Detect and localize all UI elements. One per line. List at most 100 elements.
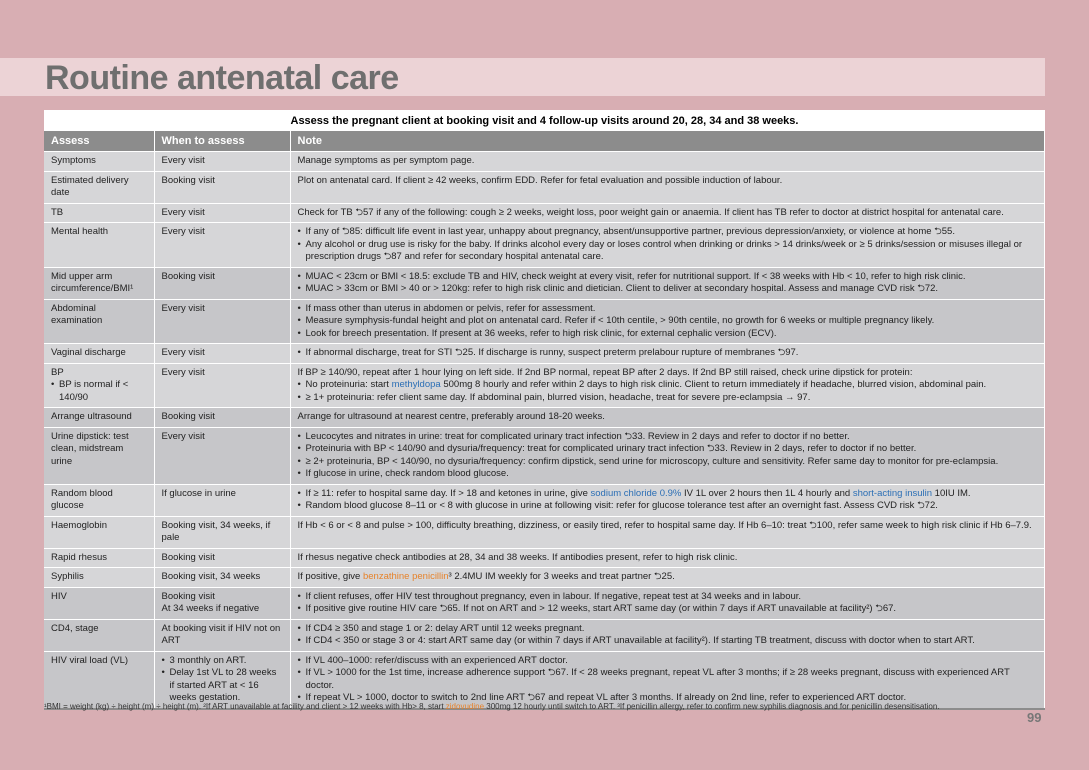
note-bullet: Look for breech presentation. If present… (298, 328, 1038, 341)
note-text: If ≥ 11: refer to hospital same day. If … (305, 487, 591, 499)
note-cell: If positive, give benzathine penicillin³… (290, 567, 1045, 587)
note-bullet: If glucose in urine, check random blood … (298, 468, 1038, 481)
note-bullet: MUAC > 33cm or BMI > 40 or > 120kg: refe… (298, 283, 1038, 296)
note-bullet: If positive give routine HIV care ⮌65. I… (298, 603, 1038, 616)
table-row: Syphilis Booking visit, 34 weeks If posi… (44, 567, 1045, 587)
note-bullet: ≥ 2+ proteinuria, BP < 140/90, no dysuri… (298, 456, 1038, 469)
table-row: Vaginal discharge Every visit If abnorma… (44, 343, 1045, 363)
table-row: Urine dipstick: test clean, midstream ur… (44, 426, 1045, 484)
header-assess: Assess (44, 131, 155, 152)
note-cell: Manage symptoms as per symptom page. (290, 151, 1045, 171)
assess-cell: BP BP is normal if < 140/90 (44, 362, 155, 408)
footnote: ¹BMI = weight (kg) ÷ height (m) ÷ height… (44, 702, 940, 711)
assess-sub-bullet: BP is normal if < 140/90 (51, 379, 147, 404)
table-row: HIV viral load (VL) 3 monthly on ART. De… (44, 650, 1045, 709)
assess-cell: TB (44, 202, 155, 223)
drug-zidovudine: zidovudine (445, 702, 485, 711)
page-title: Routine antenatal care (45, 59, 399, 97)
note-cell: Plot on antenatal card. If client ≥ 42 w… (290, 170, 1045, 203)
note-text: ³ 2.4MU IM weekly for 3 weeks and treat … (448, 571, 675, 582)
assess-cell: Estimated delivery date (44, 170, 155, 203)
when-cell: Booking visit (154, 407, 291, 427)
table-row: Rapid rhesus Booking visit If rhesus neg… (44, 547, 1045, 568)
antenatal-table: Assess the pregnant client at booking vi… (44, 110, 1045, 710)
when-cell: Booking visit At 34 weeks if negative (154, 586, 291, 619)
note-cell: If client refuses, offer HIV test throug… (290, 586, 1045, 619)
note-text: If positive, give (297, 571, 363, 582)
assess-cell: CD4, stage (44, 618, 155, 651)
when-cell: If glucose in urine (154, 483, 291, 516)
note-cell: MUAC < 23cm or BMI < 18.5: exclude TB an… (290, 266, 1045, 299)
header-note: Note (290, 131, 1045, 152)
when-text: Booking visit (161, 590, 215, 602)
when-cell: Every visit (154, 426, 291, 484)
assess-cell: Symptoms (44, 151, 155, 171)
note-bullet: If CD4 ≥ 350 and stage 1 or 2: delay ART… (298, 623, 1038, 636)
footnote-text: 300mg 12 hourly until switch to ART. ³If… (484, 702, 940, 711)
note-bullet: If VL > 1000 for the 1st time, increase … (298, 667, 1038, 692)
note-cell: If CD4 ≥ 350 and stage 1 or 2: delay ART… (290, 618, 1045, 651)
table-row: Haemoglobin Booking visit, 34 weeks, if … (44, 515, 1045, 548)
when-cell: Booking visit, 34 weeks, if pale (154, 515, 291, 548)
note-cell: If BP ≥ 140/90, repeat after 1 hour lyin… (290, 362, 1045, 408)
note-bullet: Proteinuria with BP < 140/90 and dysuria… (298, 443, 1038, 456)
note-cell: If Hb < 6 or < 8 and pulse > 100, diffic… (290, 515, 1045, 548)
table-row: TB Every visit Check for TB ⮌57 if any o… (44, 202, 1045, 223)
table-row: Abdominal examination Every visit If mas… (44, 298, 1045, 344)
table-row: CD4, stage At booking visit if HIV not o… (44, 618, 1045, 651)
note-text: No proteinuria: start (305, 379, 392, 390)
when-bullet: Delay 1st VL to 28 weeks if started ART … (162, 667, 283, 705)
assess-cell: Rapid rhesus (44, 547, 155, 568)
note-cell: If any of ⮌85: difficult life event in l… (290, 222, 1045, 267)
note-cell: If mass other than uterus in abdomen or … (290, 298, 1045, 344)
note-bullet: If VL 400–1000: refer/discuss with an ex… (298, 655, 1038, 668)
drug-insulin: short-acting insulin (852, 487, 933, 499)
assess-cell: Random blood glucose (44, 483, 155, 516)
assess-cell: Haemoglobin (44, 515, 155, 548)
assess-cell: Arrange ultrasound (44, 407, 155, 427)
when-cell: Booking visit (154, 547, 291, 568)
assess-cell: HIV viral load (VL) (44, 650, 155, 709)
table-row: Mental health Every visit If any of ⮌85:… (44, 222, 1045, 267)
assess-label: BP (51, 366, 64, 378)
note-cell: If rhesus negative check antibodies at 2… (290, 547, 1045, 568)
when-cell: Booking visit (154, 170, 291, 203)
assess-cell: Abdominal examination (44, 298, 155, 344)
note-bullet: Leucocytes and nitrates in urine: treat … (298, 431, 1038, 444)
table-row: Arrange ultrasound Booking visit Arrange… (44, 407, 1045, 427)
note-cell: If VL 400–1000: refer/discuss with an ex… (290, 650, 1045, 709)
assess-cell: Syphilis (44, 567, 155, 587)
when-bullet: 3 monthly on ART. (162, 655, 283, 668)
table-row: Mid upper arm circumference/BMI¹ Booking… (44, 266, 1045, 299)
note-bullet: If abnormal discharge, treat for STI ⮌25… (298, 347, 1038, 360)
assess-cell: Mid upper arm circumference/BMI¹ (44, 266, 155, 299)
note-cell: If ≥ 11: refer to hospital same day. If … (290, 483, 1045, 516)
when-cell: Every visit (154, 343, 291, 363)
note-text: 10IU IM. (932, 487, 971, 499)
when-cell: Every visit (154, 151, 291, 171)
note-bullet: Any alcohol or drug use is risky for the… (298, 239, 1038, 264)
drug-methyldopa: methyldopa (391, 379, 441, 390)
when-cell: 3 monthly on ART. Delay 1st VL to 28 wee… (154, 650, 291, 709)
note-bullet: If any of ⮌85: difficult life event in l… (298, 226, 1038, 239)
note-bullet: No proteinuria: start methyldopa 500mg 8… (298, 379, 1038, 392)
assess-cell: Urine dipstick: test clean, midstream ur… (44, 426, 155, 484)
note-cell: Leucocytes and nitrates in urine: treat … (290, 426, 1045, 484)
note-text: If BP ≥ 140/90, repeat after 1 hour lyin… (297, 366, 913, 378)
table-row: BP BP is normal if < 140/90 Every visit … (44, 362, 1045, 408)
when-cell: Every visit (154, 362, 291, 408)
when-cell: Every visit (154, 202, 291, 223)
note-bullet: If mass other than uterus in abdomen or … (298, 303, 1038, 316)
when-cell: Booking visit (154, 266, 291, 299)
note-text: IV 1L over 2 hours then 1L 4 hourly and (681, 487, 853, 499)
note-bullet: If ≥ 11: refer to hospital same day. If … (298, 487, 1038, 501)
page-number: 99 (1027, 710, 1042, 725)
table-row: Symptoms Every visit Manage symptoms as … (44, 151, 1045, 171)
when-cell: At booking visit if HIV not on ART (154, 618, 291, 651)
note-cell: Arrange for ultrasound at nearest centre… (290, 407, 1045, 427)
note-bullet: ≥ 1+ proteinuria: refer client same day.… (298, 392, 1038, 405)
note-cell: If abnormal discharge, treat for STI ⮌25… (290, 343, 1045, 363)
note-bullet: If client refuses, offer HIV test throug… (298, 591, 1038, 604)
note-text: 500mg 8 hourly and refer within 2 days t… (440, 379, 987, 390)
when-cell: Booking visit, 34 weeks (154, 567, 291, 587)
